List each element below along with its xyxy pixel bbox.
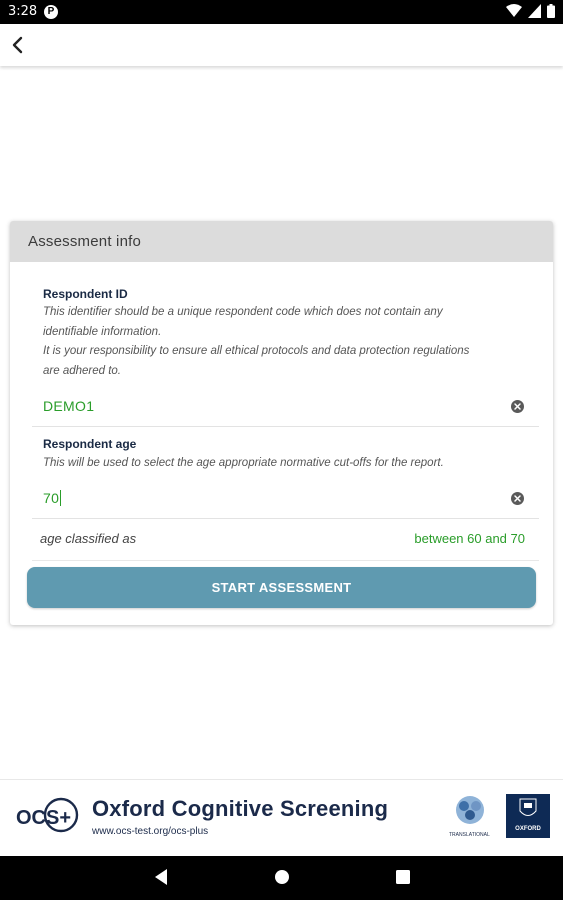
age-classification-value: between 60 and 70 (414, 531, 525, 546)
ocs-logo-text: OCS+ (16, 807, 71, 829)
respondent-id-help-line: identifiable information. (43, 325, 162, 338)
nav-home-icon[interactable] (274, 868, 290, 886)
translational-logo-text: TRANSLATIONAL (449, 832, 490, 838)
status-bar: 3:28 P (0, 0, 563, 24)
respondent-id-value: DEMO1 (43, 398, 95, 414)
age-classification-label: age classified as (40, 531, 137, 546)
text-caret (60, 490, 62, 506)
card-title: Assessment info (10, 221, 553, 262)
wifi-icon (506, 4, 522, 17)
oxford-crest-icon (519, 798, 537, 816)
oxford-logo-text: OXFORD (515, 826, 541, 832)
status-time: 3:28 (8, 4, 38, 19)
start-assessment-button[interactable]: START ASSESSMENT (27, 567, 536, 608)
clear-age-button[interactable] (511, 492, 524, 505)
clear-icon (514, 403, 521, 410)
footer-title: Oxford Cognitive Screening (92, 796, 389, 821)
nav-recents-icon[interactable] (395, 868, 411, 886)
age-classification-row: age classified as between 60 and 70 (32, 518, 539, 561)
footer-url: www.ocs-test.org/ocs-plus (92, 826, 209, 837)
respondent-id-help-line: It is your responsibility to ensure all … (43, 345, 470, 357)
status-icons (506, 4, 555, 18)
nav-back-icon[interactable] (153, 868, 169, 886)
oxford-university-logo: OXFORD (506, 794, 550, 838)
back-button[interactable] (4, 30, 36, 62)
assessment-info-card: Assessment info Respondent ID This ident… (10, 221, 553, 625)
respondent-id-label: Respondent ID (43, 287, 128, 301)
respondent-id-help-line: This identifier should be a unique respo… (43, 306, 443, 318)
battery-icon (547, 4, 555, 18)
back-arrow-icon (12, 36, 23, 54)
app-bar (0, 24, 563, 66)
navigation-bar (0, 856, 563, 900)
respondent-id-input[interactable]: DEMO1 (32, 386, 539, 427)
ocs-plus-logo: OCS+ (16, 797, 79, 833)
respondent-id-help: This identifier should be a unique respo… (43, 303, 533, 381)
age-value-text: 70 (43, 490, 60, 506)
clear-icon (514, 495, 521, 502)
clear-id-button[interactable] (511, 400, 524, 413)
footer-divider (0, 779, 563, 780)
respondent-id-help-line: are adhered to. (43, 364, 122, 377)
notification-badge-icon: P (44, 5, 58, 19)
respondent-age-input[interactable]: 70 (32, 478, 539, 519)
respondent-age-help: This will be used to select the age appr… (43, 457, 444, 469)
respondent-age-value: 70 (43, 490, 62, 506)
respondent-age-label: Respondent age (43, 437, 137, 451)
cellular-signal-icon (528, 4, 541, 18)
